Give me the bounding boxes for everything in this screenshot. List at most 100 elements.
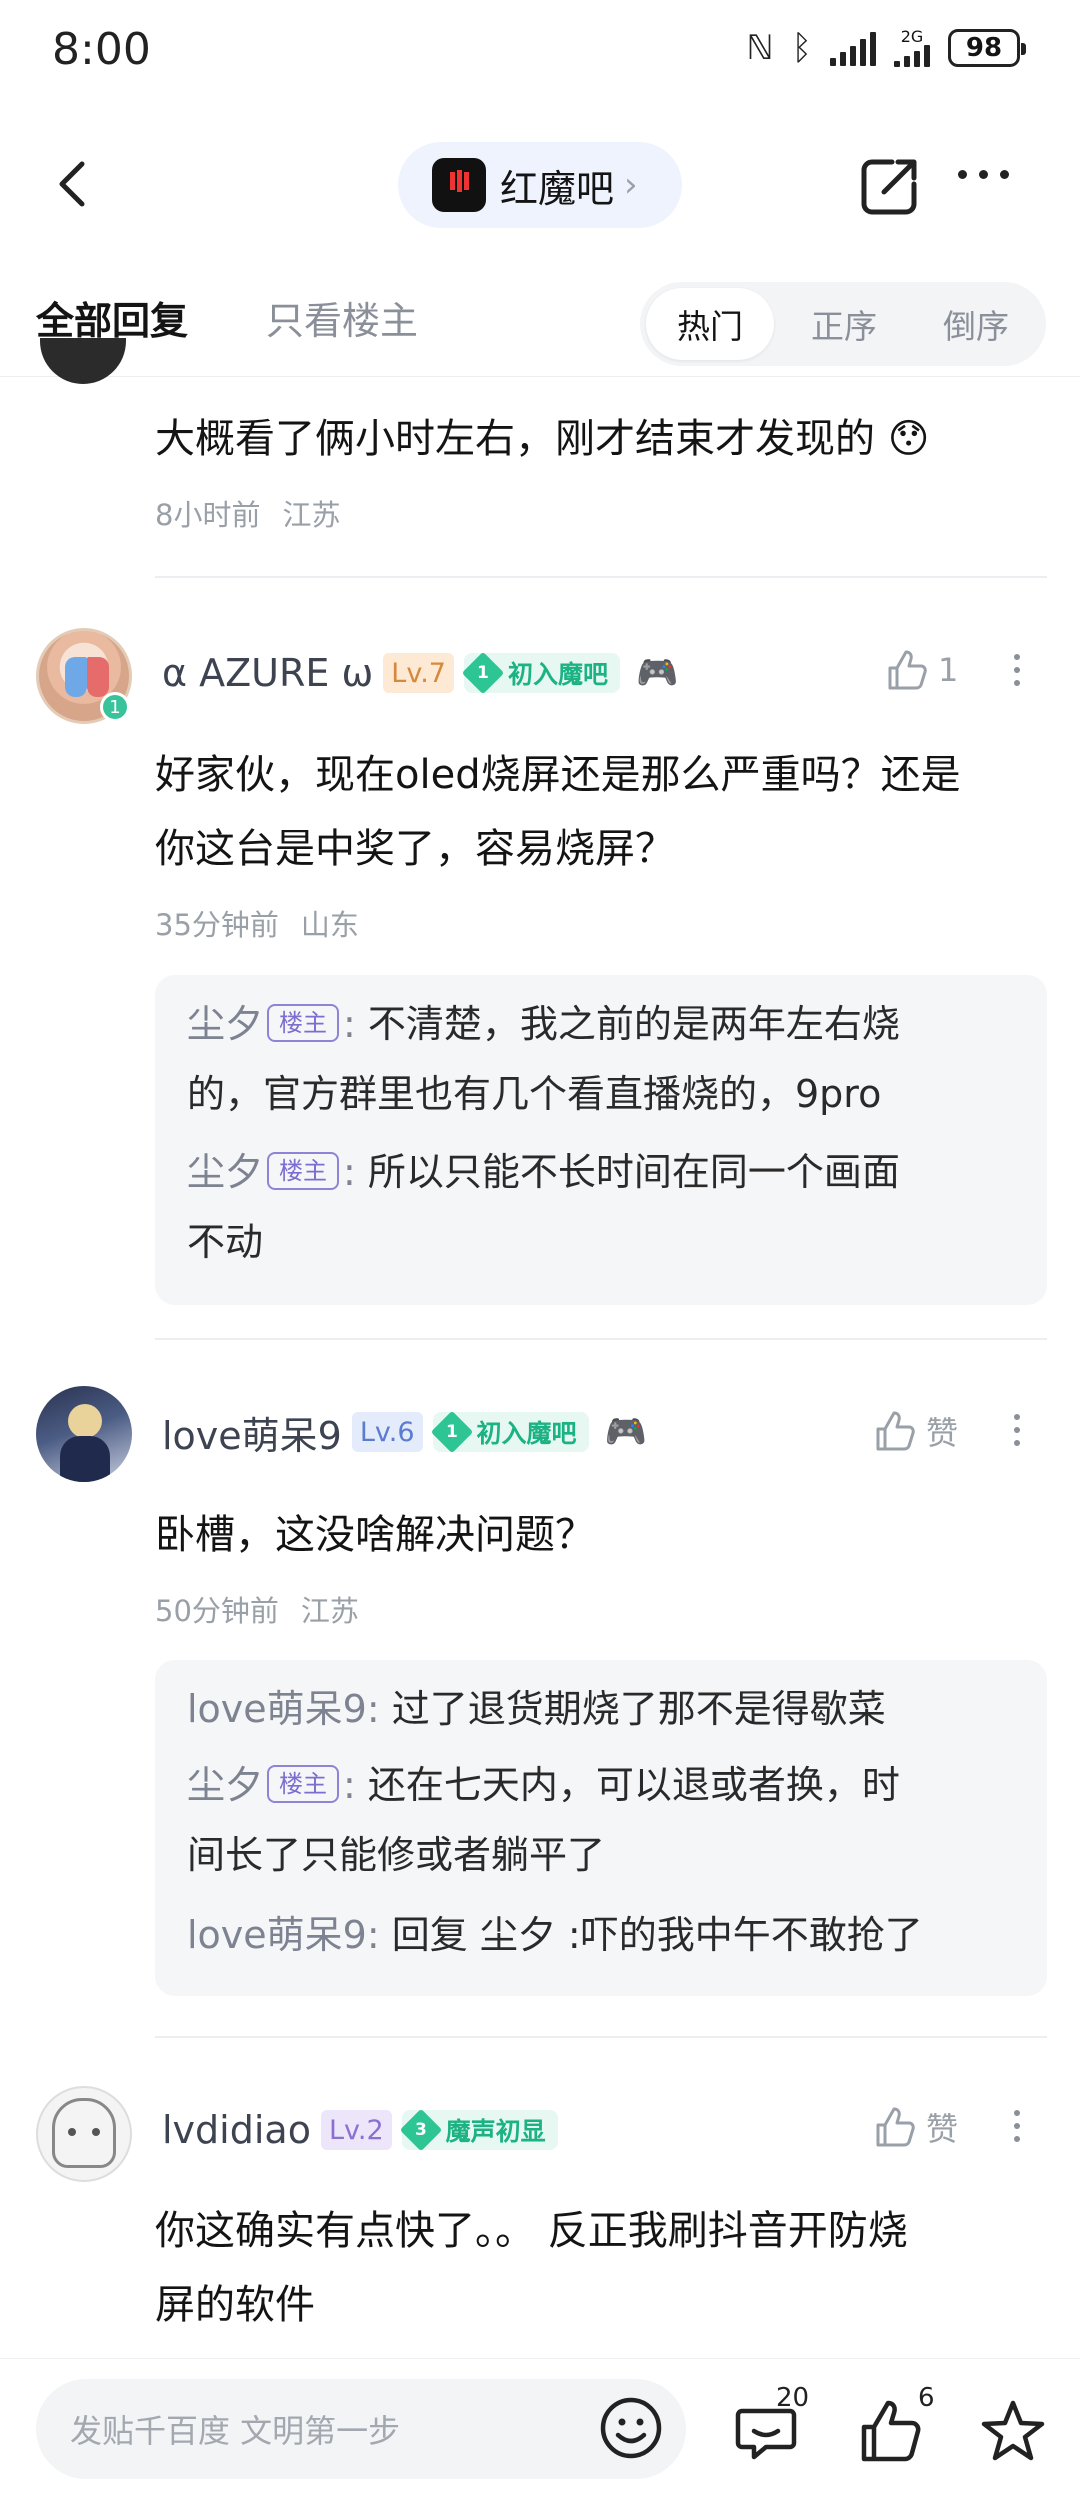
title-badge-number: 1 <box>445 1422 458 1442</box>
sub-reply[interactable]: 尘夕 楼主: 不清楚，我之前的是两年左右烧的，官方群里也有几个看直播烧的，9pro <box>187 989 1017 1129</box>
star-icon[interactable] <box>978 2397 1048 2467</box>
op-tag: 楼主 <box>267 1151 340 1190</box>
game-badge-icon: 🎮 <box>604 1412 647 1452</box>
like-button[interactable]: 赞 <box>872 1408 958 1454</box>
like-button[interactable]: 1 <box>884 648 958 692</box>
sort-hot-button[interactable]: 热门 <box>646 288 774 360</box>
title-badge-label: 魔声初显 <box>445 2117 546 2146</box>
back-arrow-icon[interactable] <box>44 154 104 214</box>
reply-separator: : <box>343 1002 356 1046</box>
network-type: 2G <box>900 27 924 46</box>
comment-text-line: 你这确实有点快了。。 反正我刷抖音开防烧 <box>155 2208 908 2254</box>
avatar[interactable] <box>36 1386 132 1482</box>
comment-more-icon[interactable] <box>1014 2110 1020 2142</box>
reply-author[interactable]: love萌呆9 <box>187 1687 367 1731</box>
title-badge-label: 初入魔吧 <box>476 1419 577 1448</box>
like-count: 1 <box>938 651 959 689</box>
op-tag: 楼主 <box>267 1003 340 1042</box>
reply-input[interactable]: 发贴千百度 文明第一步 <box>36 2379 686 2479</box>
like-button[interactable]: 赞 <box>872 2104 958 2150</box>
title-badge-label: 初入魔吧 <box>507 660 608 689</box>
level-badge: Lv.7 <box>383 653 454 693</box>
cellular-icon: 2G <box>894 29 930 67</box>
share-icon[interactable] <box>858 154 922 218</box>
username[interactable]: α AZURE ω <box>162 651 373 695</box>
wifi-signal-icon <box>830 30 876 66</box>
reply-text: 间长了只能修或者躺平了 <box>187 1833 606 1877</box>
chevron-right-icon: › <box>624 165 638 205</box>
reply-text: 还在七天内，可以退或者换，时 <box>367 1763 900 1807</box>
reply-tabs: 全部回复 只看楼主 热门 正序 倒序 <box>0 270 1080 380</box>
title-badge: 3 魔声初显 <box>399 2108 558 2152</box>
reply-author[interactable]: 尘夕 <box>187 1150 263 1194</box>
comment-count: 20 <box>776 2383 810 2413</box>
reply-separator: : <box>366 1687 380 1731</box>
bluetooth-icon: ᛒ <box>791 28 812 68</box>
tabs-divider <box>0 376 1080 377</box>
more-options-icon[interactable] <box>958 170 1009 179</box>
reply-text: 回复 尘夕 :吓的我中午不敢抢了 <box>391 1913 923 1957</box>
reply-separator: : <box>366 1913 380 1957</box>
reply-separator: : <box>343 1150 356 1194</box>
comment-text-line: 卧槽，这没啥解决问题？ <box>155 1512 595 1558</box>
comment-time: 35分钟前 <box>155 908 279 942</box>
comment-location: 江苏 <box>282 498 341 532</box>
comment-location: 山东 <box>300 908 359 942</box>
comment-time: 8小时前 <box>155 498 261 532</box>
thumbs-up-icon <box>876 1411 915 1451</box>
title-badge-number: 1 <box>477 663 489 683</box>
emoji-icon[interactable] <box>596 2393 666 2463</box>
username[interactable]: lvdidiao <box>162 2108 311 2152</box>
avatar-level-badge: 1 <box>100 692 130 722</box>
status-icons: ℕ ᛒ 2G 98 <box>746 28 1026 68</box>
comment-time: 50分钟前 <box>155 1594 279 1628</box>
sub-replies-box[interactable]: love萌呆9: 过了退货期烧了那不是得歇菜 尘夕 楼主: 还在七天内，可以退或者… <box>155 1660 1047 1996</box>
level-badge: Lv.6 <box>351 1412 423 1452</box>
comment-location: 江苏 <box>300 1594 359 1628</box>
title-badge: 1 初入魔吧 <box>430 1410 589 1454</box>
comment-more-icon[interactable] <box>1014 1414 1020 1446</box>
battery-icon: 98 <box>948 29 1026 67</box>
comment-text-line: 你这台是中奖了，容易烧屏？ <box>155 826 675 872</box>
reply-author[interactable]: love萌呆9 <box>187 1913 367 1957</box>
sub-reply[interactable]: 尘夕 楼主: 还在七天内，可以退或者换，时间长了只能修或者躺平了 <box>187 1750 1017 1890</box>
sub-reply[interactable]: 尘夕 楼主: 所以只能不长时间在同一个画面 不动 <box>187 1137 1017 1277</box>
comment-meta: 50分钟前 江苏 <box>155 1588 359 1630</box>
forum-entry-button[interactable]: 红魔吧 › <box>398 142 682 228</box>
game-badge-icon: 🎮 <box>636 653 679 693</box>
comment-more-icon[interactable] <box>1014 654 1020 686</box>
nfc-icon: ℕ <box>746 28 774 68</box>
reply-text: 过了退货期烧了那不是得歇菜 <box>391 1687 886 1731</box>
op-tag: 楼主 <box>267 1764 340 1803</box>
sub-reply[interactable]: love萌呆9: 回复 尘夕 :吓的我中午不敢抢了 <box>187 1900 1017 1970</box>
avatar[interactable] <box>36 2086 132 2182</box>
comment-text-line: 好家伙，现在oled烧屏还是那么严重吗？还是 <box>155 752 961 798</box>
tab-only-op[interactable]: 只看楼主 <box>266 290 418 345</box>
comment-text-line: 屏的软件 <box>155 2282 315 2328</box>
sort-toggle: 热门 正序 倒序 <box>640 282 1046 366</box>
reply-text: 的，官方群里也有几个看直播烧的，9pro <box>187 1072 882 1116</box>
sort-ascending-button[interactable]: 正序 <box>780 288 908 360</box>
thumbs-up-icon[interactable] <box>856 2397 926 2467</box>
tab-all-replies[interactable]: 全部回复 <box>36 290 188 345</box>
sub-replies-box[interactable]: 尘夕 楼主: 不清楚，我之前的是两年左右烧 的，官方群里也有几个看直播烧的，9pro… <box>155 975 1047 1305</box>
divider <box>155 1338 1047 1340</box>
like-count: 6 <box>918 2383 935 2413</box>
user-info: love萌呆9 Lv.6 1 初入魔吧 🎮 <box>162 1402 647 1462</box>
reply-separator: : <box>343 1763 356 1807</box>
thumbs-up-icon <box>888 650 927 690</box>
comment-meta: 8小时前 江苏 <box>155 492 340 534</box>
sort-descending-button[interactable]: 倒序 <box>912 288 1040 360</box>
bottom-action-bar: 发贴千百度 文明第一步 20 6 <box>0 2358 1080 2504</box>
user-info: α AZURE ω Lv.7 1 初入魔吧 🎮 <box>162 643 678 703</box>
comment-meta: 35分钟前 山东 <box>155 902 359 944</box>
reply-text: 不清楚，我之前的是两年左右烧 <box>367 1002 900 1046</box>
status-time: 8:00 <box>52 24 151 75</box>
reply-author[interactable]: 尘夕 <box>187 1763 263 1807</box>
username[interactable]: love萌呆9 <box>162 1405 342 1460</box>
forum-name: 红魔吧 <box>500 166 615 211</box>
reply-author[interactable]: 尘夕 <box>187 1002 263 1046</box>
sub-reply[interactable]: love萌呆9: 过了退货期烧了那不是得歇菜 <box>187 1674 1017 1744</box>
divider <box>155 2036 1047 2038</box>
divider <box>155 576 1047 578</box>
